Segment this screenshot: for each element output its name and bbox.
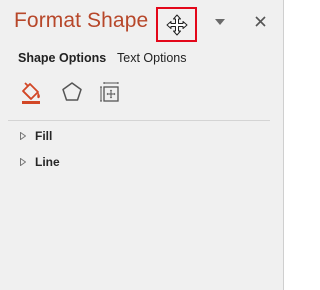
effects-pentagon-icon: [62, 82, 82, 101]
dropdown-triangle-icon: [215, 19, 225, 25]
close-pane-button[interactable]: [251, 12, 269, 30]
section-fill-label: Fill: [35, 129, 53, 143]
format-shape-pane: Format Shape Shape Options Text Options: [0, 0, 284, 290]
expand-triangle-icon: [20, 132, 26, 140]
section-line-label: Line: [35, 155, 60, 169]
tab-shape-options[interactable]: Shape Options: [18, 51, 106, 65]
section-line[interactable]: Line: [20, 154, 60, 170]
move-cross-arrows-icon: [166, 14, 187, 35]
tab-text-options[interactable]: Text Options: [117, 51, 186, 65]
task-pane-options-button[interactable]: [211, 14, 229, 30]
effects-category-button[interactable]: [59, 79, 85, 105]
fill-line-category-button[interactable]: [18, 79, 44, 105]
fill-line-bucket-icon: [22, 82, 40, 104]
close-x-icon: [254, 15, 266, 27]
size-properties-category-button[interactable]: [98, 79, 124, 105]
options-divider: [8, 120, 270, 121]
pane-title: Format Shape: [14, 9, 149, 32]
section-fill[interactable]: Fill: [20, 128, 52, 144]
expand-triangle-icon: [20, 158, 26, 166]
size-properties-icon: [100, 82, 119, 102]
move-pane-button[interactable]: [156, 7, 197, 42]
